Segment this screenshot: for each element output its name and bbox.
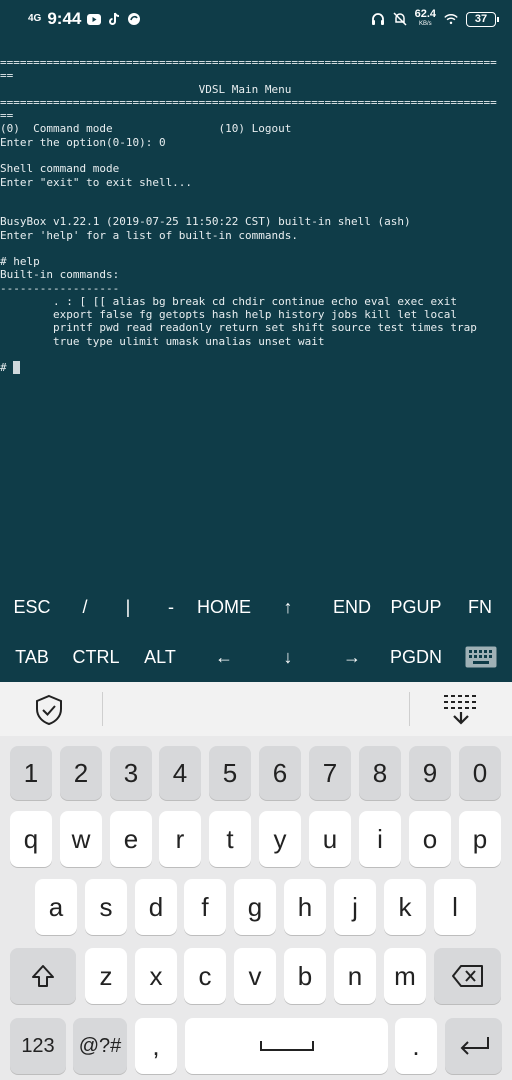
status-bar: 4G 9:44 62.4 KB/s 37 <box>0 0 512 40</box>
pgup-key[interactable]: PGUP <box>384 582 448 632</box>
tiktok-icon <box>107 12 121 26</box>
keyboard-collapse-icon[interactable] <box>442 692 480 731</box>
key-4[interactable]: 4 <box>159 746 201 800</box>
esc-key[interactable]: ESC <box>0 582 64 632</box>
key-g[interactable]: g <box>234 879 276 935</box>
key-h[interactable]: h <box>284 879 326 935</box>
terminal-cursor <box>13 361 20 374</box>
key-0[interactable]: 0 <box>459 746 501 800</box>
key-7[interactable]: 7 <box>309 746 351 800</box>
key-q[interactable]: q <box>10 811 52 867</box>
right-arrow-key[interactable]: → <box>326 632 378 682</box>
battery-level: 37 <box>466 11 499 27</box>
soft-keyboard: 1 2 3 4 5 6 7 8 9 0 q w e r t y u i o p … <box>0 736 512 1080</box>
key-x[interactable]: x <box>135 948 177 1004</box>
terminal-line: printf pwd read readonly return set shif… <box>0 321 477 334</box>
key-9[interactable]: 9 <box>409 746 451 800</box>
end-key[interactable]: END <box>322 582 382 632</box>
terminal-line: (0) Command mode (10) Logout <box>0 122 292 135</box>
key-y[interactable]: y <box>259 811 301 867</box>
key-f[interactable]: f <box>184 879 226 935</box>
terminal-line: ========================================… <box>0 56 497 69</box>
terminal-line: # help <box>0 255 40 268</box>
notifications-muted-icon <box>393 12 407 26</box>
left-arrow-key[interactable]: ← <box>198 632 250 682</box>
youtube-icon <box>87 12 102 26</box>
key-l[interactable]: l <box>434 879 476 935</box>
fn-key[interactable]: FN <box>452 582 508 632</box>
key-w[interactable]: w <box>60 811 102 867</box>
pipe-key[interactable]: | <box>104 582 152 632</box>
key-5[interactable]: 5 <box>209 746 251 800</box>
home-key[interactable]: HOME <box>188 582 260 632</box>
extra-keys-bar: ESC / | - HOME ↑ END PGUP FN TAB CTRL AL… <box>0 582 512 682</box>
terminal-prompt: # <box>0 361 14 374</box>
key-2[interactable]: 2 <box>60 746 102 800</box>
wifi-icon <box>444 12 458 26</box>
comma-key[interactable]: , <box>135 1018 177 1074</box>
terminal-line: Shell command mode <box>0 162 120 175</box>
network-type: 4G <box>28 13 42 24</box>
numbers-mode-key[interactable]: 123 <box>10 1018 66 1074</box>
symbols-key[interactable]: @?# <box>73 1018 127 1074</box>
slash-key[interactable]: / <box>60 582 110 632</box>
key-e[interactable]: e <box>110 811 152 867</box>
ctrl-key[interactable]: CTRL <box>62 632 130 682</box>
app-notification-icon <box>127 12 141 26</box>
enter-icon[interactable] <box>445 1018 502 1074</box>
terminal-line: export false fg getopts hash help histor… <box>0 308 457 321</box>
terminal-line: == <box>0 69 14 82</box>
key-6[interactable]: 6 <box>259 746 301 800</box>
key-n[interactable]: n <box>334 948 376 1004</box>
tab-key[interactable]: TAB <box>0 632 64 682</box>
key-v[interactable]: v <box>234 948 276 1004</box>
headphones-icon <box>371 12 385 26</box>
terminal-line: true type ulimit umask unalias unset wai… <box>0 335 325 348</box>
key-b[interactable]: b <box>284 948 326 1004</box>
terminal-line: ========================================… <box>0 96 497 109</box>
key-3[interactable]: 3 <box>110 746 152 800</box>
toolbar-divider <box>409 692 410 726</box>
down-arrow-key[interactable]: ↓ <box>262 632 314 682</box>
key-p[interactable]: p <box>459 811 501 867</box>
key-r[interactable]: r <box>159 811 201 867</box>
period-key[interactable]: . <box>395 1018 437 1074</box>
key-8[interactable]: 8 <box>359 746 401 800</box>
space-icon[interactable] <box>185 1018 388 1074</box>
key-k[interactable]: k <box>384 879 426 935</box>
keyboard-toolbar <box>0 682 512 736</box>
terminal-line: Enter "exit" to exit shell... <box>0 176 193 189</box>
key-z[interactable]: z <box>85 948 127 1004</box>
up-arrow-key[interactable]: ↑ <box>262 582 314 632</box>
key-i[interactable]: i <box>359 811 401 867</box>
key-m[interactable]: m <box>384 948 426 1004</box>
terminal-line: VDSL Main Menu <box>0 83 292 96</box>
shift-icon[interactable] <box>10 948 76 1004</box>
terminal-line: Enter the option(0-10): 0 <box>0 136 166 149</box>
network-speed: 62.4 KB/s <box>414 8 436 28</box>
backspace-icon[interactable] <box>434 948 501 1004</box>
alt-key[interactable]: ALT <box>130 632 190 682</box>
key-d[interactable]: d <box>135 879 177 935</box>
keyboard-icon[interactable] <box>456 632 506 682</box>
shield-check-icon[interactable] <box>34 694 64 731</box>
key-c[interactable]: c <box>184 948 226 1004</box>
terminal-line: . : [ [[ alias bg break cd chdir continu… <box>0 295 457 308</box>
terminal-line: BusyBox v1.22.1 (2019-07-25 11:50:22 CST… <box>0 215 411 228</box>
pgdn-key[interactable]: PGDN <box>384 632 448 682</box>
terminal-line: Enter 'help' for a list of built-in comm… <box>0 229 299 242</box>
terminal-output[interactable]: ========================================… <box>0 56 512 582</box>
key-u[interactable]: u <box>309 811 351 867</box>
key-a[interactable]: a <box>35 879 77 935</box>
terminal-line: ------------------ <box>0 282 120 295</box>
terminal-line: == <box>0 109 14 122</box>
key-j[interactable]: j <box>334 879 376 935</box>
key-s[interactable]: s <box>85 879 127 935</box>
terminal-line: Built-in commands: <box>0 268 120 281</box>
key-o[interactable]: o <box>409 811 451 867</box>
clock: 9:44 <box>47 9 82 28</box>
key-t[interactable]: t <box>209 811 251 867</box>
toolbar-divider <box>102 692 103 726</box>
key-1[interactable]: 1 <box>10 746 52 800</box>
